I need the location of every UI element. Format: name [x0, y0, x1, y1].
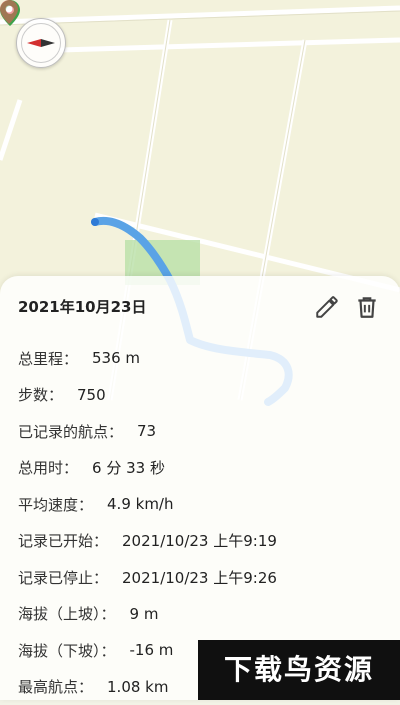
trash-icon[interactable]: [354, 294, 380, 320]
stat-label: 总用时：: [18, 457, 78, 478]
stat-label: 海拔（上坡）：: [18, 603, 116, 624]
watermark-logo: 下载鸟资源: [198, 640, 400, 700]
stat-total-distance: 总里程： 536 m: [18, 340, 390, 377]
stat-value: 750: [77, 386, 106, 404]
sheet-header: 2021年10月23日: [18, 292, 382, 322]
stat-value: 536 m: [92, 349, 140, 367]
stat-label: 已记录的航点：: [18, 421, 123, 442]
stat-value: 9 m: [130, 605, 159, 623]
stat-label: 海拔（下坡）：: [18, 640, 116, 661]
end-marker-icon[interactable]: [0, 0, 18, 24]
stat-start-time: 记录已开始： 2021/10/23 上午9:19: [18, 523, 390, 560]
stat-label: 平均速度：: [18, 494, 93, 515]
stat-label: 最高航点：: [18, 676, 93, 697]
stat-value: 2021/10/23 上午9:26: [122, 567, 277, 588]
stat-value: 4.9 km/h: [107, 495, 173, 513]
pencil-icon[interactable]: [314, 294, 340, 320]
stat-label: 记录已停止：: [18, 567, 108, 588]
compass-icon[interactable]: [16, 18, 66, 68]
stat-value: 1.08 km: [107, 678, 168, 696]
stat-value: 2021/10/23 上午9:19: [122, 530, 277, 551]
stat-avg-speed: 平均速度： 4.9 km/h: [18, 486, 390, 523]
stat-value: -16 m: [130, 641, 174, 659]
watermark-text: 下载鸟资源: [198, 640, 400, 700]
stat-label: 记录已开始：: [18, 530, 108, 551]
stat-value: 73: [137, 422, 156, 440]
stat-elevation-gain: 海拔（上坡）： 9 m: [18, 596, 390, 633]
stat-steps: 步数： 750: [18, 377, 390, 414]
stat-label: 总里程：: [18, 348, 78, 369]
track-detail-sheet: 2021年10月23日 总里程： 536 m 步数： 750 已记录的航点： 7…: [0, 276, 400, 700]
track-date: 2021年10月23日: [18, 298, 147, 316]
stat-total-time: 总用时： 6 分 33 秒: [18, 450, 390, 487]
stat-value: 6 分 33 秒: [92, 457, 165, 478]
stat-label: 步数：: [18, 384, 63, 405]
stat-waypoints: 已记录的航点： 73: [18, 413, 390, 450]
stat-stop-time: 记录已停止： 2021/10/23 上午9:26: [18, 559, 390, 596]
